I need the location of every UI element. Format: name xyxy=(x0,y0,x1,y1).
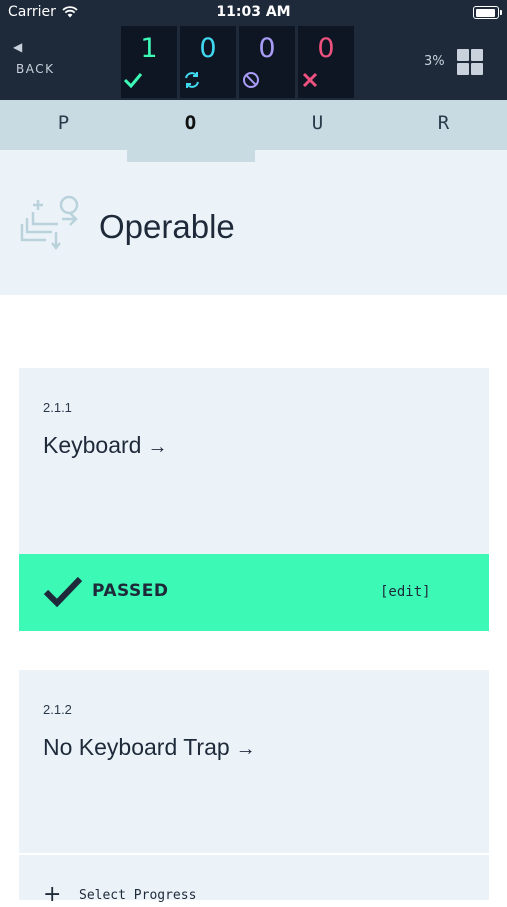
criterion-title-link[interactable]: Keyboard → xyxy=(43,432,167,459)
check-icon xyxy=(43,576,83,608)
page-title: Operable xyxy=(99,208,235,245)
not-applicable-counter[interactable]: 0 xyxy=(239,26,295,98)
x-icon xyxy=(302,72,318,88)
operable-icon xyxy=(20,195,79,251)
in-progress-counter[interactable]: 0 xyxy=(180,26,236,98)
back-arrow-icon: ◀ xyxy=(13,40,23,54)
tab-understandable[interactable]: U xyxy=(254,100,381,150)
active-tab-indicator xyxy=(127,150,255,162)
clock: 11:03 AM xyxy=(216,4,291,20)
select-progress-label: Select Progress xyxy=(79,888,197,903)
refresh-icon xyxy=(185,72,199,88)
back-label: BACK xyxy=(16,62,55,76)
passed-counter[interactable]: 1 xyxy=(121,26,177,98)
passed-count: 1 xyxy=(140,33,158,64)
tab-robust[interactable]: R xyxy=(380,100,507,150)
grid-icon[interactable] xyxy=(457,49,483,75)
criterion-title-link[interactable]: No Keyboard Trap → xyxy=(43,734,256,761)
failed-count: 0 xyxy=(317,33,335,64)
progress-percent: 3% xyxy=(424,54,445,69)
status-bar: Carrier 11:03 AM xyxy=(0,0,507,26)
criterion-number: 2.1.1 xyxy=(43,400,72,415)
not-applicable-count: 0 xyxy=(258,33,276,64)
principle-tabs: P O U R xyxy=(0,100,507,150)
criterion-card[interactable]: 2.1.2 No Keyboard Trap → xyxy=(19,670,489,853)
criterion-number: 2.1.2 xyxy=(43,702,72,717)
in-progress-count: 0 xyxy=(199,33,217,64)
plus-icon: + xyxy=(43,882,62,907)
battery-icon xyxy=(473,6,502,19)
tab-operable[interactable]: O xyxy=(127,100,254,150)
app-header: ◀ BACK 1 0 0 0 3% xyxy=(0,26,507,100)
check-icon xyxy=(123,73,143,89)
tab-perceivable[interactable]: P xyxy=(0,100,127,150)
passed-status-bar: PASSED [edit] xyxy=(19,554,489,631)
arrow-right-icon: → xyxy=(235,738,256,760)
back-button[interactable]: ◀ BACK xyxy=(12,40,54,76)
criterion-title: Keyboard xyxy=(43,432,142,458)
select-progress-button[interactable]: + Select Progress xyxy=(19,855,489,906)
failed-counter[interactable]: 0 xyxy=(298,26,354,98)
criterion-title: No Keyboard Trap xyxy=(43,734,230,760)
section-hero: Operable xyxy=(0,150,507,295)
edit-link[interactable]: [edit] xyxy=(380,584,431,600)
status-label: PASSED xyxy=(92,581,169,601)
criterion-card[interactable]: 2.1.1 Keyboard → xyxy=(19,368,489,554)
blocked-icon xyxy=(243,72,259,88)
arrow-right-icon: → xyxy=(147,436,168,458)
result-counters: 1 0 0 0 xyxy=(121,26,354,98)
